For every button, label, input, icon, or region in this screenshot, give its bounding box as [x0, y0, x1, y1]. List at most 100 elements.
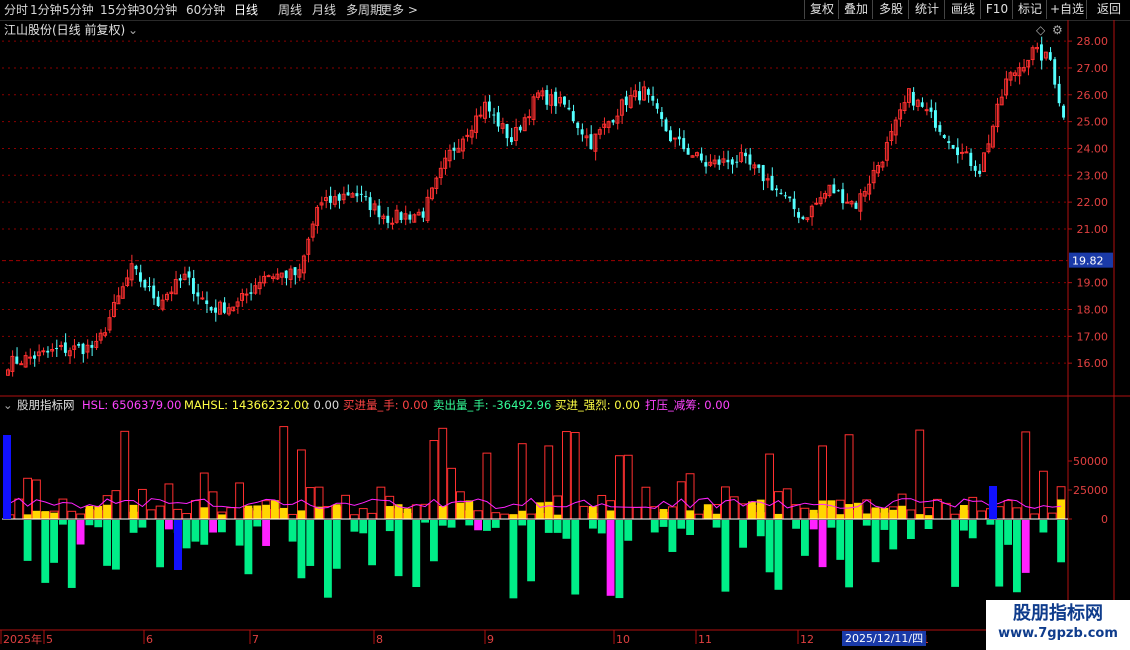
candle-down — [205, 300, 209, 304]
buy-volume-bar — [791, 504, 801, 520]
toolbar-button-8[interactable]: 返回 — [1086, 0, 1130, 19]
sell-volume-bar — [995, 520, 1004, 587]
toolbar-button-7[interactable]: +自选 — [1046, 0, 1087, 19]
candle-down — [90, 345, 94, 348]
toolbar-button-3[interactable]: 统计 — [908, 0, 945, 19]
period-2[interactable]: 5分钟 — [62, 2, 94, 18]
strong-buy-bar — [262, 504, 270, 519]
period-9[interactable]: 多周期 — [346, 2, 382, 18]
sell-volume-bar — [889, 520, 898, 550]
candle-down — [730, 159, 734, 165]
price-tick-label: 18.00 — [1077, 303, 1109, 316]
sell-volume-bar — [438, 520, 447, 526]
candle-down — [81, 343, 85, 355]
candle-down — [209, 306, 213, 311]
indicator-value: 6506379.00 — [111, 398, 182, 412]
candle-down — [761, 165, 765, 182]
toolbar-button-6[interactable]: 标记 — [1012, 0, 1047, 19]
buy-volume-bar — [1012, 507, 1022, 520]
candle-down — [920, 102, 924, 107]
candle-up — [964, 151, 969, 154]
buy-volume-bar — [950, 513, 960, 520]
sub-tick-label: 25000 — [1073, 484, 1108, 497]
period-5[interactable]: 60分钟 — [186, 2, 225, 18]
candle-up — [924, 109, 929, 112]
period-10[interactable]: 更多 > — [380, 2, 418, 18]
watermark-title: 股朋指标网 — [1013, 603, 1103, 624]
toolbar-button-0[interactable]: 复权 — [804, 0, 839, 19]
period-3[interactable]: 15分钟 — [100, 2, 139, 18]
period-8[interactable]: 月线 — [312, 2, 336, 18]
candle-up — [28, 356, 33, 359]
candle-down — [929, 107, 933, 112]
strong-buy-bar — [836, 514, 845, 519]
candle-up — [244, 293, 249, 296]
indicator-label: MAHSL: — [184, 398, 232, 412]
toolbar-button-5[interactable]: F10 — [980, 0, 1013, 19]
strong-buy-bar — [103, 504, 111, 519]
candle-down — [1057, 83, 1061, 104]
strong-buy-bar — [809, 509, 818, 519]
sell-volume-bar — [41, 520, 50, 583]
candle-down — [293, 267, 297, 276]
candle-down — [408, 214, 412, 220]
sell-volume-bar — [359, 520, 368, 534]
candle-down — [717, 159, 721, 165]
sell-volume-bar — [235, 520, 244, 546]
sell-volume-bar — [818, 520, 827, 568]
candle-down — [934, 110, 937, 128]
candle-down — [757, 164, 761, 168]
sell-volume-bar — [924, 520, 933, 530]
period-7[interactable]: 周线 — [278, 2, 302, 18]
candle-down — [156, 296, 160, 307]
toolbar-button-4[interactable]: 画线 — [944, 0, 981, 19]
indicator-toggle-icon[interactable]: ⌄ — [3, 398, 13, 412]
toolbar-button-1[interactable]: 叠加 — [838, 0, 873, 19]
sell-volume-bar — [677, 520, 686, 529]
candle-down — [783, 195, 787, 197]
sell-volume-bar — [1013, 520, 1021, 593]
period-1[interactable]: 1分钟 — [30, 2, 62, 18]
candle-down — [214, 307, 217, 313]
candle-down — [222, 302, 226, 313]
sell-volume-bar — [801, 520, 809, 556]
price-tick-label: 16.00 — [1077, 357, 1109, 370]
candle-down — [576, 122, 580, 129]
candle-down — [832, 184, 836, 194]
price-tick-label: 19.00 — [1077, 277, 1109, 290]
indicator-item-1: MAHSL: 14366232.00 — [184, 398, 309, 412]
sell-volume-bar — [324, 520, 332, 598]
sell-volume-bar — [1004, 520, 1012, 545]
sell-volume-bar — [421, 520, 429, 523]
sell-volume-bar — [218, 520, 226, 533]
buy-volume-bar — [1047, 512, 1057, 520]
price-tick-label: 25.00 — [1077, 116, 1109, 129]
candle-down — [841, 189, 845, 204]
sell-volume-bar — [262, 520, 270, 546]
period-0[interactable]: 分时 — [4, 2, 28, 18]
candle-down — [956, 147, 959, 156]
candle-up — [845, 201, 850, 204]
sell-volume-bar — [571, 520, 580, 595]
period-4[interactable]: 30分钟 — [138, 2, 177, 18]
sell-volume-bar — [650, 520, 659, 533]
candle-down — [1062, 105, 1065, 118]
buy-volume-bar — [120, 430, 130, 520]
candle-down — [664, 119, 668, 132]
strong-buy-bar — [518, 510, 527, 519]
period-6[interactable]: 日线 — [234, 2, 258, 18]
sell-volume-bar — [624, 520, 633, 541]
indicator-value: 0.00 — [614, 398, 640, 412]
candle-down — [554, 91, 558, 107]
kline-chart[interactable]: 28.00 27.00 26.00 25.00 24.00 23.00 22.00 21.00… — [0, 20, 1130, 650]
sell-volume-bar — [394, 520, 403, 577]
strong-buy-bar — [465, 500, 474, 519]
candle-down — [770, 175, 774, 191]
buy-volume-bar — [941, 502, 951, 520]
strong-buy-bar — [606, 510, 615, 519]
candle-up — [527, 116, 532, 119]
strong-buy-bar — [915, 514, 924, 519]
strong-buy-bar — [898, 505, 906, 519]
toolbar-button-2[interactable]: 多股 — [872, 0, 909, 19]
date-label: 7 — [252, 633, 259, 646]
